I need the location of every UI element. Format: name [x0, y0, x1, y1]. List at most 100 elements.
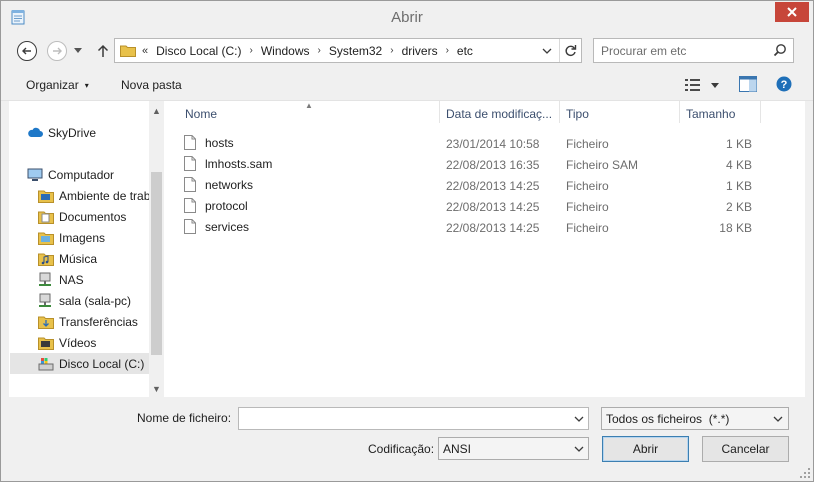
back-button[interactable]	[15, 39, 39, 63]
chevron-down-icon	[572, 441, 586, 457]
nav-item-label: Imagens	[59, 230, 106, 245]
nav-item-videos[interactable]: Vídeos	[38, 332, 149, 353]
scroll-up-arrow-icon[interactable]: ▲	[149, 103, 164, 119]
scroll-down-arrow-icon[interactable]: ▼	[149, 381, 164, 397]
breadcrumb-separator[interactable]: ›	[318, 45, 321, 56]
nav-item-musica[interactable]: Música	[38, 248, 149, 269]
nav-item-label: Documentos	[59, 209, 127, 224]
close-button[interactable]	[775, 2, 809, 22]
column-header-name[interactable]: Nome	[185, 107, 217, 123]
file-icon	[184, 177, 196, 192]
file-row[interactable]: networks 22/08/2013 14:25 Ficheiro 1 KB	[184, 174, 784, 195]
column-divider[interactable]	[760, 101, 761, 123]
nav-item-label: sala (sala-pc)	[59, 293, 132, 308]
organize-label: Organizar	[26, 78, 79, 92]
file-icon	[184, 135, 196, 150]
folder-icon	[120, 44, 136, 57]
forward-arrow-icon	[47, 41, 67, 61]
navigation-scrollbar[interactable]: ▲ ▼	[149, 101, 164, 397]
file-size: 1 KB	[725, 137, 752, 151]
file-row[interactable]: lmhosts.sam 22/08/2013 16:35 Ficheiro SA…	[184, 153, 784, 174]
open-file-dialog: Abrir « Disco Local (C:) › Windows › Sys…	[0, 0, 814, 482]
forward-button[interactable]	[45, 39, 69, 63]
preview-pane-icon	[739, 76, 757, 92]
nav-item-label: Música	[59, 251, 98, 266]
search-input[interactable]: Procurar em etc	[593, 38, 794, 63]
file-size: 1 KB	[725, 179, 752, 193]
nav-item-ambiente-de-trabalho[interactable]: Ambiente de trabalho	[38, 185, 149, 206]
breadcrumb-overflow[interactable]: «	[142, 45, 148, 57]
file-row[interactable]: hosts 23/01/2014 10:58 Ficheiro 1 KB	[184, 132, 784, 153]
column-header-type[interactable]: Tipo	[566, 107, 589, 123]
nav-item-transferencias[interactable]: Transferências	[38, 311, 149, 332]
title-bar[interactable]: Abrir	[1, 1, 813, 33]
up-button[interactable]	[93, 39, 113, 63]
filename-input[interactable]	[238, 407, 589, 430]
file-row[interactable]: protocol 22/08/2013 14:25 Ficheiro 2 KB	[184, 195, 784, 216]
up-arrow-icon	[97, 44, 109, 57]
help-button[interactable]: ?	[776, 76, 792, 92]
file-name: hosts	[205, 135, 234, 150]
nav-item-label: Vídeos	[59, 335, 97, 350]
refresh-button[interactable]	[559, 39, 581, 62]
nav-item-computador[interactable]: Computador	[27, 164, 147, 185]
nav-item-disco-local[interactable]: Disco Local (C:)	[10, 353, 149, 374]
resize-grip-icon[interactable]	[799, 467, 811, 479]
search-icon[interactable]	[773, 43, 787, 57]
new-folder-button[interactable]: Nova pasta	[121, 78, 182, 92]
chevron-down-icon[interactable]	[572, 411, 586, 427]
details-view-icon	[685, 79, 700, 91]
chevron-down-icon	[542, 48, 552, 54]
nav-item-documentos[interactable]: Documentos	[38, 206, 149, 227]
encoding-select[interactable]: ANSI	[438, 437, 589, 460]
chevron-down-icon	[771, 411, 785, 427]
nav-item-label: Computador	[48, 167, 115, 182]
file-name: services	[205, 219, 250, 234]
file-icon	[184, 219, 196, 234]
file-name: networks	[205, 177, 254, 192]
breadcrumb-drivers[interactable]: drivers	[402, 44, 438, 58]
column-header-date[interactable]: Data de modificaç...	[446, 107, 552, 123]
column-divider[interactable]	[679, 101, 680, 123]
address-history-dropdown[interactable]	[537, 39, 557, 62]
content-area: SkyDrive Computador Ambiente de trabalho…	[9, 101, 805, 397]
caret-down-icon	[711, 82, 719, 88]
column-divider[interactable]	[559, 101, 560, 123]
nav-item-nas[interactable]: NAS	[38, 269, 149, 290]
open-button[interactable]: Abrir	[602, 436, 689, 462]
file-row[interactable]: services 22/08/2013 14:25 Ficheiro 18 KB	[184, 216, 784, 237]
address-bar[interactable]: « Disco Local (C:) › Windows › System32 …	[114, 38, 582, 63]
preview-pane-button[interactable]	[739, 76, 757, 92]
nav-item-label: SkyDrive	[48, 125, 97, 140]
change-view-button[interactable]	[685, 77, 721, 93]
breadcrumb-etc[interactable]: etc	[457, 44, 473, 58]
sort-ascending-icon: ▲	[305, 101, 313, 110]
breadcrumb-disco-local[interactable]: Disco Local (C:)	[156, 44, 241, 58]
file-type: Ficheiro	[566, 137, 609, 151]
organize-menu-button[interactable]: Organizar ▾	[26, 78, 89, 92]
breadcrumb-separator[interactable]: ›	[390, 45, 393, 56]
close-icon	[787, 7, 797, 17]
help-icon: ?	[776, 76, 792, 92]
nav-item-skydrive[interactable]: SkyDrive	[27, 122, 147, 143]
recent-locations-button[interactable]	[71, 39, 85, 63]
file-list[interactable]: ▲ Nome Data de modificaç... Tipo Tamanho…	[164, 101, 805, 397]
breadcrumb-separator[interactable]: ›	[249, 45, 252, 56]
folder-icon	[38, 209, 54, 224]
scroll-thumb[interactable]	[151, 172, 162, 355]
breadcrumb-windows[interactable]: Windows	[261, 44, 310, 58]
caret-down-icon: ▾	[84, 80, 89, 90]
nav-item-label: Disco Local (C:)	[59, 356, 145, 371]
column-header-size[interactable]: Tamanho	[686, 107, 735, 123]
nav-item-sala[interactable]: sala (sala-pc)	[38, 290, 149, 311]
navigation-pane[interactable]: SkyDrive Computador Ambiente de trabalho…	[9, 101, 164, 397]
nav-item-label: NAS	[59, 272, 84, 287]
nav-item-imagens[interactable]: Imagens	[38, 227, 149, 248]
file-type-filter-select[interactable]: Todos os ficheiros (*.*)	[601, 407, 789, 430]
breadcrumb-separator[interactable]: ›	[446, 45, 449, 56]
breadcrumb-system32[interactable]: System32	[329, 44, 382, 58]
cloud-icon	[27, 125, 43, 140]
cancel-button[interactable]: Cancelar	[702, 436, 789, 462]
file-size: 4 KB	[725, 158, 752, 172]
column-divider[interactable]	[439, 101, 440, 123]
